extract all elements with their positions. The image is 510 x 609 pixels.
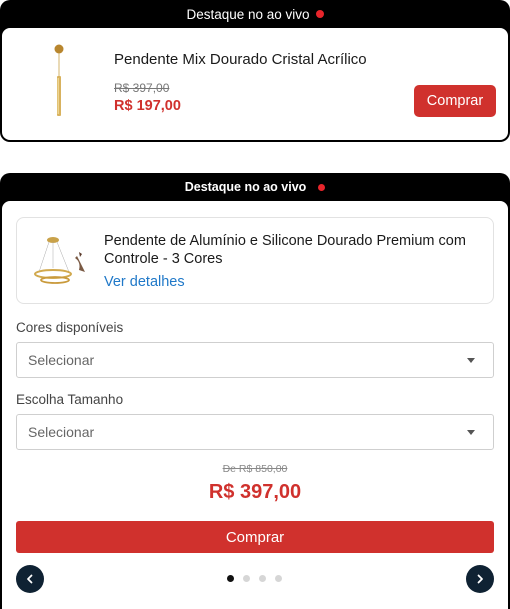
colors-select[interactable]: Selecionar xyxy=(16,342,494,378)
live-highlight-card-expanded: Destaque no ao vivo Pendente de Alumínio… xyxy=(0,173,510,609)
live-header: Destaque no ao vivo xyxy=(0,173,510,201)
card-body: Pendente de Alumínio e Silicone Dourado … xyxy=(2,201,508,609)
chevron-down-icon xyxy=(467,430,475,435)
sale-price: R$ 197,00 xyxy=(114,98,181,114)
size-select-value: Selecionar xyxy=(28,424,95,440)
colors-label: Cores disponíveis xyxy=(16,320,124,335)
carousel-next-button[interactable] xyxy=(466,565,494,593)
size-label: Escolha Tamanho xyxy=(16,392,124,407)
product-summary: Pendente de Alumínio e Silicone Dourado … xyxy=(16,217,494,304)
size-select[interactable]: Selecionar xyxy=(16,414,494,450)
product-thumbnail xyxy=(34,237,85,284)
product-title[interactable]: Pendente Mix Dourado Cristal Acrílico xyxy=(114,51,367,68)
chevron-down-icon xyxy=(467,358,475,363)
carousel-dot[interactable] xyxy=(243,575,250,582)
view-details-link[interactable]: Ver detalhes xyxy=(104,274,185,290)
product-thumbnail xyxy=(54,44,64,116)
live-indicator-dot xyxy=(315,10,324,18)
colors-select-value: Selecionar xyxy=(28,352,95,368)
live-header-text: Destaque no ao vivo xyxy=(186,6,310,22)
live-header: Destaque no ao vivo xyxy=(0,0,510,28)
chevron-right-icon xyxy=(477,574,483,584)
carousel-dot[interactable] xyxy=(227,575,234,582)
carousel-prev-button[interactable] xyxy=(16,565,44,593)
live-highlight-card-compact: Destaque no ao vivo Pendente Mix Dourado… xyxy=(0,0,510,142)
carousel-dot[interactable] xyxy=(259,575,266,582)
original-price: R$ 397,00 xyxy=(114,81,170,95)
chevron-left-icon xyxy=(27,574,33,584)
card-body: Pendente Mix Dourado Cristal Acrílico R$… xyxy=(2,28,508,140)
live-header-text: Destaque no ao vivo xyxy=(184,180,307,194)
product-title: Pendente de Alumínio e Silicone Dourado … xyxy=(104,233,466,267)
sale-price: R$ 397,00 xyxy=(208,481,302,503)
buy-button[interactable]: Comprar xyxy=(414,85,496,117)
live-indicator-dot xyxy=(318,183,326,191)
carousel-dot[interactable] xyxy=(275,575,282,582)
carousel-pagination xyxy=(227,575,282,582)
buy-button[interactable]: Comprar xyxy=(16,521,494,553)
original-price: De R$ 850,00 xyxy=(222,463,288,475)
